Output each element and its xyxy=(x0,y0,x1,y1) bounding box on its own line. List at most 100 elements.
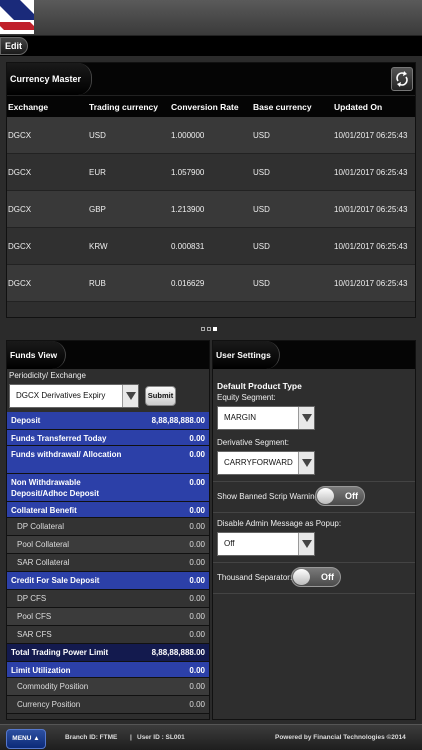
cell-updated-on: 10/01/2017 06:25:43 xyxy=(334,242,408,251)
funds-row-label: Funds Transferred Today xyxy=(11,434,107,443)
chevron-down-icon xyxy=(298,533,314,555)
cell-exchange: DGCX xyxy=(8,242,32,251)
cell-trading-currency: KRW xyxy=(89,242,108,251)
funds-row: Pool CFS 0.00 xyxy=(7,608,209,626)
funds-row: SAR Collateral 0.00 xyxy=(7,554,209,572)
periodicity-label: Periodicity/ Exchange xyxy=(9,371,86,380)
thousand-separator-row: Thousand Separator: Off xyxy=(213,563,415,593)
cell-base-currency: USD xyxy=(253,205,270,214)
funds-view-header: Funds View xyxy=(7,341,209,369)
funds-table: Deposit 8,88,88,888.00 Funds Transferred T… xyxy=(7,412,209,714)
page-dot[interactable] xyxy=(207,327,211,331)
funds-row: Total Trading Power Limit 8,88,88,888.00 xyxy=(7,644,209,662)
edit-bar xyxy=(0,36,422,56)
funds-row: SAR CFS 0.00 xyxy=(7,626,209,644)
banned-scrip-toggle[interactable]: Off xyxy=(315,486,365,506)
funds-row: Pool Collateral 0.00 xyxy=(7,536,209,554)
funds-row-value: 0.00 xyxy=(189,522,205,531)
derivative-segment-select[interactable]: CARRYFORWARD xyxy=(217,451,315,475)
chevron-down-icon xyxy=(298,452,314,474)
page-indicator[interactable] xyxy=(201,327,217,331)
column-header-updated-on: Updated On xyxy=(334,102,383,112)
thousand-separator-toggle[interactable]: Off xyxy=(291,567,341,587)
page-dot[interactable] xyxy=(201,327,205,331)
funds-row-label: Currency Position xyxy=(17,700,81,709)
currency-master-title: Currency Master xyxy=(7,63,93,95)
derivative-segment-label: Derivative Segment: xyxy=(217,438,290,447)
cell-updated-on: 10/01/2017 06:25:43 xyxy=(334,205,408,214)
equity-segment-select[interactable]: MARGIN xyxy=(217,406,315,430)
funds-row-value: 0.00 xyxy=(189,682,205,691)
user-settings-title: User Settings xyxy=(213,341,280,369)
toggle-knob xyxy=(293,569,310,585)
funds-row-label: Pool Collateral xyxy=(17,540,70,549)
powered-by: Powered by Financial Technologies ©2014 xyxy=(275,734,406,741)
equity-segment-value: MARGIN xyxy=(224,413,256,422)
column-header-conversion-rate: Conversion Rate xyxy=(171,102,239,112)
column-header-trading-currency: Trading currency xyxy=(89,102,158,112)
table-row[interactable]: DGCX EUR 1.057900 USD 10/01/2017 06:25:4… xyxy=(7,154,415,191)
divider xyxy=(213,593,415,594)
funds-row-value: 0.00 xyxy=(189,630,205,639)
funds-row: Currency Position 0.00 xyxy=(7,696,209,714)
table-row[interactable]: DGCX RUB 0.016629 USD 10/01/2017 06:25:4… xyxy=(7,265,415,302)
funds-row-value: 0.00 xyxy=(189,594,205,603)
funds-row: DP Collateral 0.00 xyxy=(7,518,209,536)
refresh-button[interactable] xyxy=(391,67,413,91)
admin-message-select[interactable]: Off xyxy=(217,532,315,556)
table-row[interactable]: DGCX GBP 1.213900 USD 10/01/2017 06:25:4… xyxy=(7,191,415,228)
funds-row-value: 0.00 xyxy=(189,506,205,515)
cell-exchange: DGCX xyxy=(8,205,32,214)
branch-id: Branch ID: FTME xyxy=(65,734,118,741)
funds-row-value: 0.00 xyxy=(189,666,205,675)
page-dot-active[interactable] xyxy=(213,327,217,331)
currency-table-header: Exchange Trading currency Conversion Rat… xyxy=(7,95,415,117)
cell-exchange: DGCX xyxy=(8,279,32,288)
cell-trading-currency: RUB xyxy=(89,279,106,288)
funds-row-label: Collateral Benefit xyxy=(11,506,77,515)
cell-updated-on: 10/01/2017 06:25:43 xyxy=(334,168,408,177)
funds-view-title: Funds View xyxy=(7,341,67,369)
funds-row-value: 0.00 xyxy=(189,558,205,567)
funds-row: Funds Transferred Today 0.00 xyxy=(7,430,209,446)
admin-message-row: Disable Admin Message as Popup: Off xyxy=(213,513,415,562)
funds-row-label: Funds withdrawal/ Allocation xyxy=(11,450,122,459)
column-header-exchange: Exchange xyxy=(8,102,49,112)
table-row[interactable]: DGCX KRW 0.000831 USD 10/01/2017 06:25:4… xyxy=(7,228,415,265)
banned-scrip-row: Show Banned Scrip Warning Off xyxy=(213,482,415,512)
cell-conversion-rate: 1.213900 xyxy=(171,205,205,214)
funds-row-value: 0.00 xyxy=(189,450,205,459)
currency-master-panel: Currency Master Exchange Trading currenc… xyxy=(6,62,416,318)
periodicity-value: DGCX Derivatives Expiry xyxy=(16,391,106,400)
cell-trading-currency: USD xyxy=(89,131,106,140)
periodicity-select[interactable]: DGCX Derivatives Expiry xyxy=(9,384,139,408)
top-bar xyxy=(0,0,422,36)
funds-row: Limit Utilization 0.00 xyxy=(7,662,209,678)
menu-button[interactable]: MENU ▲ xyxy=(6,729,46,749)
footer-separator: | xyxy=(130,734,132,741)
funds-row-label: DP Collateral xyxy=(17,522,64,531)
cell-conversion-rate: 1.000000 xyxy=(171,131,205,140)
funds-row-label: Credit For Sale Deposit xyxy=(11,576,100,585)
edit-button[interactable]: Edit xyxy=(0,37,28,55)
funds-row-value: 0.00 xyxy=(189,612,205,621)
user-settings-body: Default Product Type Equity Segment: MAR… xyxy=(213,369,415,481)
funds-row-label: SAR Collateral xyxy=(17,558,70,567)
derivative-segment-value: CARRYFORWARD xyxy=(224,458,293,467)
funds-row-label: Deposit xyxy=(11,416,41,425)
footer-bar: MENU ▲ Branch ID: FTME | User ID : SL001… xyxy=(0,724,422,750)
cell-exchange: DGCX xyxy=(8,131,32,140)
funds-row: Credit For Sale Deposit 0.00 xyxy=(7,572,209,590)
funds-row-label: SAR CFS xyxy=(17,630,52,639)
equity-segment-label: Equity Segment: xyxy=(217,393,276,402)
cell-base-currency: USD xyxy=(253,279,270,288)
currency-master-header: Currency Master xyxy=(7,63,415,95)
user-id: User ID : SL001 xyxy=(137,734,185,741)
submit-button[interactable]: Submit xyxy=(145,386,176,406)
toggle-knob xyxy=(317,488,334,504)
funds-row-label: Non Withdrawable Deposit/Adhoc Deposit xyxy=(11,478,100,498)
table-row[interactable]: DGCX USD 1.000000 USD 10/01/2017 06:25:4… xyxy=(7,117,415,154)
admin-message-label: Disable Admin Message as Popup: xyxy=(217,519,342,528)
funds-row: Funds withdrawal/ Allocation 0.00 xyxy=(7,446,209,474)
toggle-state: Off xyxy=(321,572,334,582)
